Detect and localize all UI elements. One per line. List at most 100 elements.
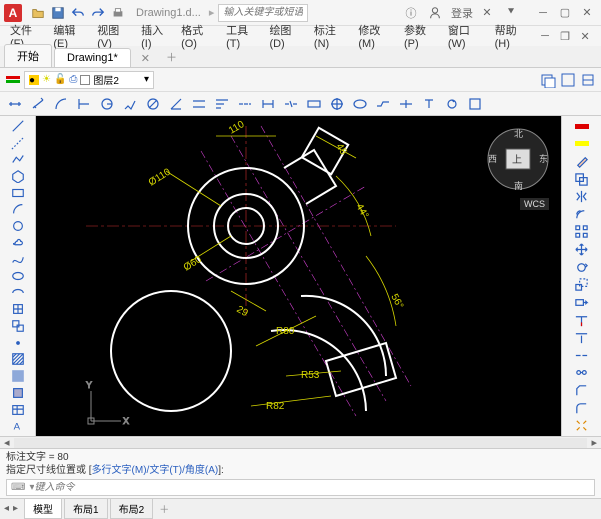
line-tool[interactable] — [3, 118, 33, 134]
print-icon[interactable] — [110, 5, 126, 21]
undo-icon[interactable] — [70, 5, 86, 21]
scrollbar-horizontal[interactable]: ◂ ▸ — [0, 436, 601, 448]
layer-states-icon[interactable] — [539, 71, 557, 89]
inspect-icon[interactable] — [349, 94, 371, 114]
dim-break-icon[interactable] — [280, 94, 302, 114]
tab-new[interactable]: ✕ — [133, 50, 158, 67]
mtext-tool[interactable]: A — [3, 418, 33, 434]
dim-edit-icon[interactable] — [395, 94, 417, 114]
rotate-tool[interactable] — [566, 259, 598, 276]
table-tool[interactable] — [3, 402, 33, 418]
trim-tool[interactable] — [566, 312, 598, 329]
dim-space-icon[interactable] — [257, 94, 279, 114]
layer-properties-icon[interactable] — [4, 71, 22, 89]
search-input[interactable] — [218, 4, 308, 22]
layer-prev-icon[interactable] — [579, 71, 597, 89]
layout-next-icon[interactable]: ▸ — [13, 503, 18, 514]
extend-tool[interactable] — [566, 329, 598, 346]
menu-tools[interactable]: 工具(T) — [222, 22, 263, 50]
aligned-dim-icon[interactable] — [27, 94, 49, 114]
tab-start[interactable]: 开始 — [4, 44, 52, 67]
xline-tool[interactable] — [3, 135, 33, 151]
ellipse-arc-tool[interactable] — [3, 285, 33, 301]
jogged-linear-icon[interactable] — [372, 94, 394, 114]
explode-tool[interactable] — [566, 417, 598, 434]
circle-tool[interactable] — [3, 218, 33, 234]
menu-edit[interactable]: 编辑(E) — [49, 22, 91, 50]
tab-layout1[interactable]: 布局1 — [64, 498, 108, 519]
revcloud-tool[interactable] — [3, 235, 33, 251]
layout-add-icon[interactable]: ＋ — [159, 501, 169, 516]
redo-icon[interactable] — [90, 5, 106, 21]
arc-tool[interactable] — [3, 201, 33, 217]
open-icon[interactable] — [30, 5, 46, 21]
angular-dim-icon[interactable] — [165, 94, 187, 114]
pline-tool[interactable] — [3, 151, 33, 167]
move-tool[interactable] — [566, 241, 598, 258]
quick-dim-icon[interactable] — [188, 94, 210, 114]
dim-update-icon[interactable] — [441, 94, 463, 114]
tab-layout2[interactable]: 布局2 — [110, 498, 154, 519]
ordinate-dim-icon[interactable] — [73, 94, 95, 114]
drawing-canvas[interactable]: Ø110 Ø60 44° 56° 110 45 29 R80 R53 R82 Y… — [36, 116, 561, 436]
help-dropdown-icon[interactable]: ⯆ — [503, 5, 519, 21]
spline-tool[interactable] — [3, 252, 33, 268]
tolerance-icon[interactable] — [303, 94, 325, 114]
user-icon[interactable] — [427, 5, 443, 21]
erase-tool[interactable] — [566, 153, 598, 170]
join-tool[interactable] — [566, 365, 598, 382]
tab-drawing1[interactable]: Drawing1* — [54, 48, 131, 67]
color-yellow[interactable] — [575, 141, 589, 146]
region-tool[interactable] — [3, 385, 33, 401]
arc-dim-icon[interactable] — [50, 94, 72, 114]
insert-block-tool[interactable] — [3, 302, 33, 318]
dim-tedit-icon[interactable] — [418, 94, 440, 114]
menu-draw[interactable]: 绘图(D) — [265, 22, 307, 50]
gradient-tool[interactable] — [3, 368, 33, 384]
tab-model[interactable]: 模型 — [24, 498, 62, 519]
info-icon[interactable]: ⓘ — [403, 5, 419, 21]
wcs-label[interactable]: WCS — [520, 198, 549, 210]
hatch-tool[interactable] — [3, 352, 33, 368]
menu-modify[interactable]: 修改(M) — [354, 22, 398, 50]
app-icon[interactable]: A — [4, 4, 22, 22]
user-login-label[interactable]: 登录 — [451, 5, 473, 21]
array-tool[interactable] — [566, 224, 598, 241]
command-input[interactable] — [34, 482, 590, 493]
doc-restore-button[interactable]: ❐ — [555, 28, 575, 44]
scale-tool[interactable] — [566, 276, 598, 293]
menu-dim[interactable]: 标注(N) — [310, 22, 352, 50]
layer-iso-icon[interactable] — [559, 71, 577, 89]
radius-dim-icon[interactable] — [96, 94, 118, 114]
break-tool[interactable] — [566, 347, 598, 364]
diameter-dim-icon[interactable] — [142, 94, 164, 114]
continue-dim-icon[interactable] — [234, 94, 256, 114]
jogged-dim-icon[interactable] — [119, 94, 141, 114]
doc-minimize-button[interactable]: ─ — [535, 28, 555, 44]
rectangle-tool[interactable] — [3, 185, 33, 201]
make-block-tool[interactable] — [3, 318, 33, 334]
point-tool[interactable] — [3, 335, 33, 351]
tab-add[interactable]: ＋ — [158, 47, 185, 67]
stretch-tool[interactable] — [566, 294, 598, 311]
doc-close-button[interactable]: ✕ — [575, 28, 595, 44]
fillet-tool[interactable] — [566, 400, 598, 417]
linear-dim-icon[interactable] — [4, 94, 26, 114]
chamfer-tool[interactable] — [566, 382, 598, 399]
layout-prev-icon[interactable]: ◂ — [4, 503, 9, 514]
center-mark-icon[interactable] — [326, 94, 348, 114]
copy-tool[interactable] — [566, 171, 598, 188]
menu-window[interactable]: 窗口(W) — [444, 22, 489, 50]
menu-help[interactable]: 帮助(H) — [491, 22, 533, 50]
minimize-button[interactable]: ─ — [533, 5, 553, 21]
save-icon[interactable] — [50, 5, 66, 21]
maximize-button[interactable]: ▢ — [555, 5, 575, 21]
close-button[interactable]: ✕ — [577, 5, 597, 21]
view-cube[interactable]: 上 北 南 西 东 — [483, 124, 553, 194]
menu-insert[interactable]: 插入(I) — [137, 22, 175, 50]
menu-format[interactable]: 格式(O) — [177, 22, 220, 50]
color-red[interactable] — [575, 124, 589, 129]
dimstyle-icon[interactable] — [464, 94, 486, 114]
baseline-dim-icon[interactable] — [211, 94, 233, 114]
menu-view[interactable]: 视图(V) — [93, 22, 135, 50]
